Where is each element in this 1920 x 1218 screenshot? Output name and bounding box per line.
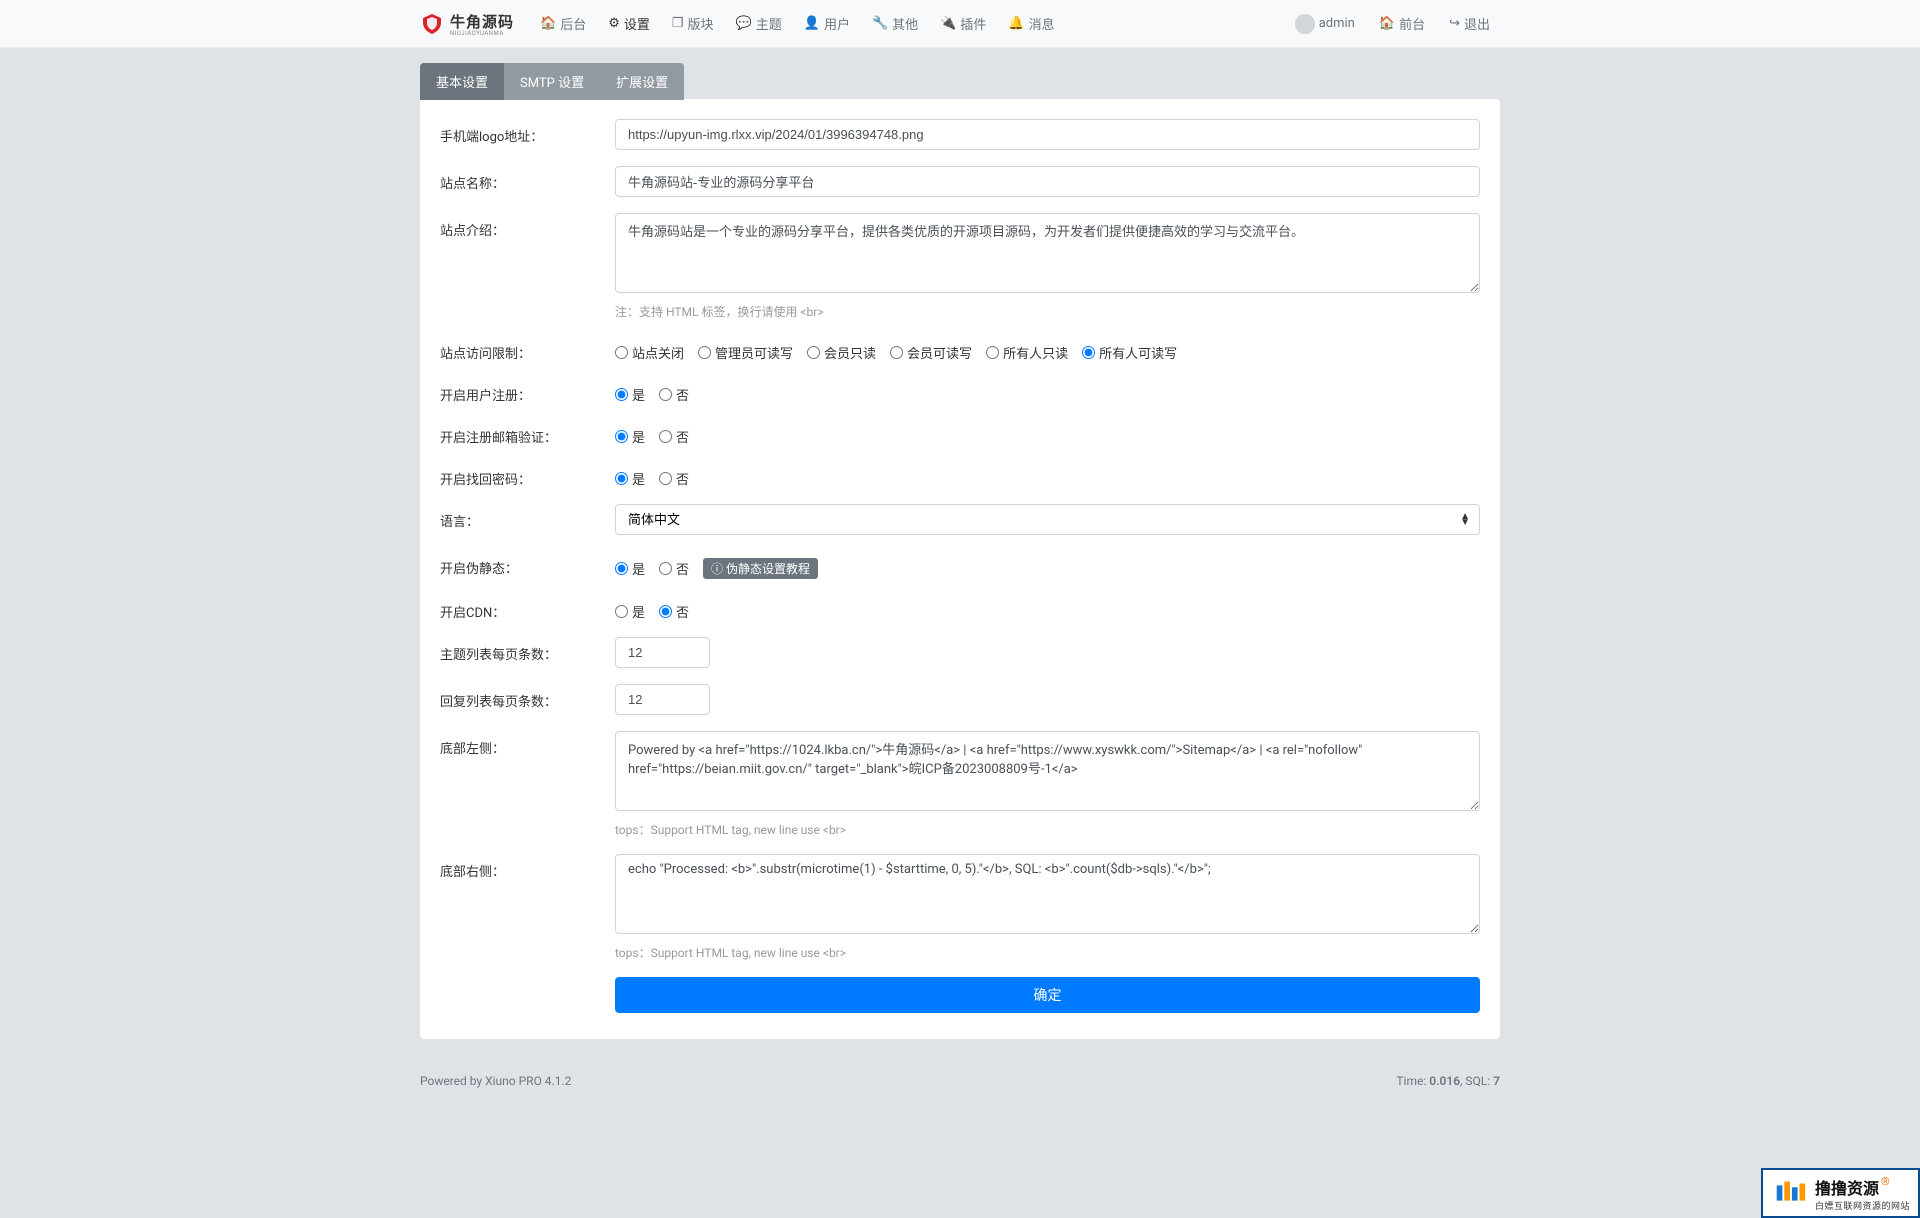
radio-access-0[interactable]: 站点关闭	[615, 343, 684, 362]
watermark-title: 撸撸资源®	[1815, 1175, 1910, 1199]
label-topics-per-page: 主题列表每页条数：	[440, 637, 615, 668]
select-language[interactable]: 简体中文	[615, 504, 1480, 535]
radio-access-4[interactable]: 所有人只读	[986, 343, 1068, 362]
submit-button[interactable]: 确定	[615, 977, 1480, 1013]
watermark-sub: 白嫖互联网资源的网站	[1815, 1199, 1910, 1212]
footer-right: Time: 0.016, SQL: 7	[1396, 1074, 1500, 1088]
label-user-reg: 开启用户注册：	[440, 378, 615, 404]
radio-access-5[interactable]: 所有人可读写	[1082, 343, 1177, 362]
radio-find-pwd-no[interactable]: 否	[659, 469, 689, 488]
nav-topics[interactable]: 💬主题	[726, 6, 792, 41]
info-icon: ⓘ	[711, 560, 723, 577]
radio-user-reg-yes[interactable]: 是	[615, 385, 645, 404]
radio-cdn-yes[interactable]: 是	[615, 602, 645, 621]
note-footer-right: tops：Support HTML tag, new line use <br>	[615, 944, 1480, 961]
footer-powered-link[interactable]: Xiuno PRO 4.1.2	[485, 1074, 571, 1088]
label-site-desc: 站点介绍：	[440, 213, 615, 320]
label-find-pwd: 开启找回密码：	[440, 462, 615, 488]
home-icon: 🏠	[1379, 16, 1395, 31]
gear-icon: ⚙	[608, 16, 620, 31]
nav-user[interactable]: admin	[1285, 6, 1365, 42]
settings-panel: 手机端logo地址： 站点名称： 站点介绍： 牛角源码站是一个专业的源码分享平台…	[420, 99, 1500, 1039]
label-language: 语言：	[440, 504, 615, 535]
nav-plugins[interactable]: 🔌插件	[930, 6, 996, 41]
logo[interactable]: 牛角源码 NIUJIAOYUANMA	[420, 11, 514, 37]
label-footer-left: 底部左侧：	[440, 731, 615, 838]
tab-basic[interactable]: 基本设置	[420, 63, 504, 100]
footer-left: Powered by Xiuno PRO 4.1.2	[420, 1074, 571, 1088]
logo-text: 牛角源码	[450, 11, 514, 32]
radio-group-access: 站点关闭 管理员可读写 会员只读 会员可读写 所有人只读 所有人可读写	[615, 336, 1480, 362]
note-site-desc: 注：支持 HTML 标签，换行请使用 <br>	[615, 303, 1480, 320]
page-footer: Powered by Xiuno PRO 4.1.2 Time: 0.016, …	[405, 1074, 1515, 1103]
radio-group-pseudo-static: 是 否 ⓘ伪静态设置教程	[615, 551, 1480, 579]
logo-shield-icon	[420, 12, 444, 36]
nav-messages[interactable]: 🔔消息	[998, 6, 1064, 41]
radio-email-verify-no[interactable]: 否	[659, 427, 689, 446]
badge-pseudo-tutorial[interactable]: ⓘ伪静态设置教程	[703, 558, 818, 579]
input-replies-per-page[interactable]	[615, 684, 710, 715]
label-replies-per-page: 回复列表每页条数：	[440, 684, 615, 715]
radio-pseudo-yes[interactable]: 是	[615, 559, 645, 578]
tab-extensions[interactable]: 扩展设置	[600, 63, 684, 100]
label-footer-right: 底部右侧：	[440, 854, 615, 961]
radio-pseudo-no[interactable]: 否	[659, 559, 689, 578]
comment-icon: 💬	[736, 16, 752, 31]
watermark-icon	[1771, 1174, 1809, 1212]
input-site-name[interactable]	[615, 166, 1480, 197]
radio-access-1[interactable]: 管理员可读写	[698, 343, 793, 362]
settings-tabs: 基本设置 SMTP 设置 扩展设置	[420, 63, 684, 100]
radio-find-pwd-yes[interactable]: 是	[615, 469, 645, 488]
radio-user-reg-no[interactable]: 否	[659, 385, 689, 404]
radio-group-email-verify: 是 否	[615, 420, 1480, 446]
watermark: 撸撸资源® 白嫖互联网资源的网站	[1761, 1168, 1920, 1218]
nav-settings[interactable]: ⚙设置	[598, 6, 660, 41]
label-access: 站点访问限制：	[440, 336, 615, 362]
nav-forums[interactable]: ❒版块	[662, 6, 724, 41]
radio-access-3[interactable]: 会员可读写	[890, 343, 972, 362]
radio-access-2[interactable]: 会员只读	[807, 343, 876, 362]
label-site-name: 站点名称：	[440, 166, 615, 197]
avatar-icon	[1295, 14, 1315, 34]
nav-other[interactable]: 🔧其他	[862, 6, 928, 41]
bell-icon: 🔔	[1008, 16, 1024, 31]
topbar: 牛角源码 NIUJIAOYUANMA 🏠后台 ⚙设置 ❒版块 💬主题 👤用户 🔧…	[0, 0, 1920, 48]
label-cdn: 开启CDN：	[440, 595, 615, 621]
nav-logout[interactable]: ↪退出	[1439, 6, 1500, 41]
nav-backend[interactable]: 🏠后台	[530, 6, 596, 41]
textarea-footer-left[interactable]: Powered by <a href="https://1024.lkba.cn…	[615, 731, 1480, 811]
input-topics-per-page[interactable]	[615, 637, 710, 668]
radio-group-find-pwd: 是 否	[615, 462, 1480, 488]
nav-frontend[interactable]: 🏠前台	[1369, 6, 1435, 41]
logout-icon: ↪	[1449, 16, 1460, 31]
cube-icon: ❒	[672, 16, 684, 31]
user-icon: 👤	[804, 16, 820, 31]
label-pseudo-static: 开启伪静态：	[440, 551, 615, 579]
radio-group-cdn: 是 否	[615, 595, 1480, 621]
main-nav: 🏠后台 ⚙设置 ❒版块 💬主题 👤用户 🔧其他 🔌插件 🔔消息	[530, 6, 1065, 41]
wrench-icon: 🔧	[872, 16, 888, 31]
input-mobile-logo[interactable]	[615, 119, 1480, 150]
tab-smtp[interactable]: SMTP 设置	[504, 63, 600, 100]
textarea-footer-right[interactable]: echo "Processed: <b>".substr(microtime(1…	[615, 854, 1480, 934]
nav-users[interactable]: 👤用户	[794, 6, 860, 41]
plug-icon: 🔌	[940, 16, 956, 31]
note-footer-left: tops：Support HTML tag, new line use <br>	[615, 821, 1480, 838]
radio-cdn-no[interactable]: 否	[659, 602, 689, 621]
textarea-site-desc[interactable]: 牛角源码站是一个专业的源码分享平台，提供各类优质的开源项目源码，为开发者们提供便…	[615, 213, 1480, 293]
label-email-verify: 开启注册邮箱验证：	[440, 420, 615, 446]
home-icon: 🏠	[540, 16, 556, 31]
radio-email-verify-yes[interactable]: 是	[615, 427, 645, 446]
radio-group-user-reg: 是 否	[615, 378, 1480, 404]
label-mobile-logo: 手机端logo地址：	[440, 119, 615, 150]
